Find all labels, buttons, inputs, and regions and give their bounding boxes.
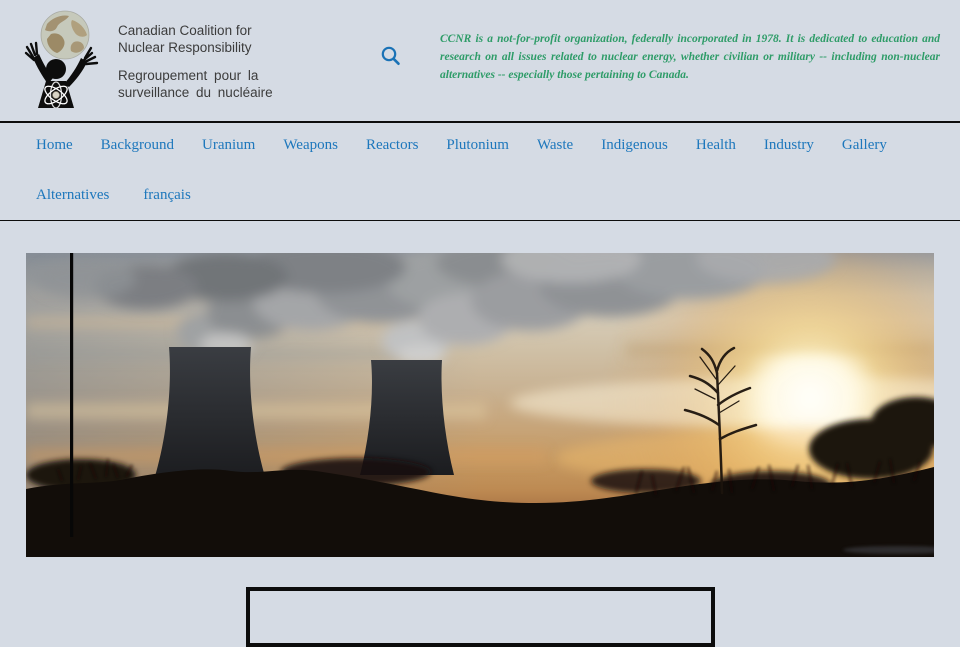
nav-item-francais[interactable]: français bbox=[143, 185, 190, 205]
site-header: Canadian Coalition for Nuclear Responsib… bbox=[0, 0, 960, 121]
ccnr-logo-icon bbox=[24, 4, 104, 108]
nav-item-health[interactable]: Health bbox=[696, 135, 736, 155]
site-logo[interactable]: Canadian Coalition for Nuclear Responsib… bbox=[24, 4, 273, 108]
nav-item-alternatives[interactable]: Alternatives bbox=[36, 185, 109, 205]
site-title-en-line2: Nuclear Responsibility bbox=[118, 39, 273, 56]
nav-item-plutonium[interactable]: Plutonium bbox=[446, 135, 509, 155]
content-box bbox=[246, 587, 715, 647]
nav-item-weapons[interactable]: Weapons bbox=[283, 135, 338, 155]
ccnr-homepage: Canadian Coalition for Nuclear Responsib… bbox=[0, 0, 960, 647]
nav-item-waste[interactable]: Waste bbox=[537, 135, 573, 155]
nav-item-industry[interactable]: Industry bbox=[764, 135, 814, 155]
search-button[interactable] bbox=[377, 43, 405, 71]
site-title-fr-line2: surveillance du nucléaire bbox=[118, 84, 273, 101]
nav-item-indigenous[interactable]: Indigenous bbox=[601, 135, 668, 155]
nav-row-2: Alternatives français bbox=[36, 185, 960, 205]
nav-item-gallery[interactable]: Gallery bbox=[842, 135, 887, 155]
nav-row-1: Home Background Uranium Weapons Reactors… bbox=[36, 135, 960, 155]
nav-item-background[interactable]: Background bbox=[101, 135, 174, 155]
main-nav: Home Background Uranium Weapons Reactors… bbox=[0, 121, 960, 221]
hero-image bbox=[26, 253, 934, 557]
nav-item-reactors[interactable]: Reactors bbox=[366, 135, 418, 155]
cooling-towers-sunset-illustration bbox=[26, 253, 934, 557]
site-tagline: CCNR is a not-for-profit organization, f… bbox=[440, 30, 940, 84]
nav-item-uranium[interactable]: Uranium bbox=[202, 135, 255, 155]
site-title: Canadian Coalition for Nuclear Responsib… bbox=[118, 22, 273, 101]
site-title-fr-line1: Regroupement pour la bbox=[118, 67, 273, 84]
nav-item-home[interactable]: Home bbox=[36, 135, 73, 155]
main-content bbox=[0, 253, 960, 647]
site-title-en-line1: Canadian Coalition for bbox=[118, 22, 273, 39]
search-icon bbox=[377, 43, 405, 71]
